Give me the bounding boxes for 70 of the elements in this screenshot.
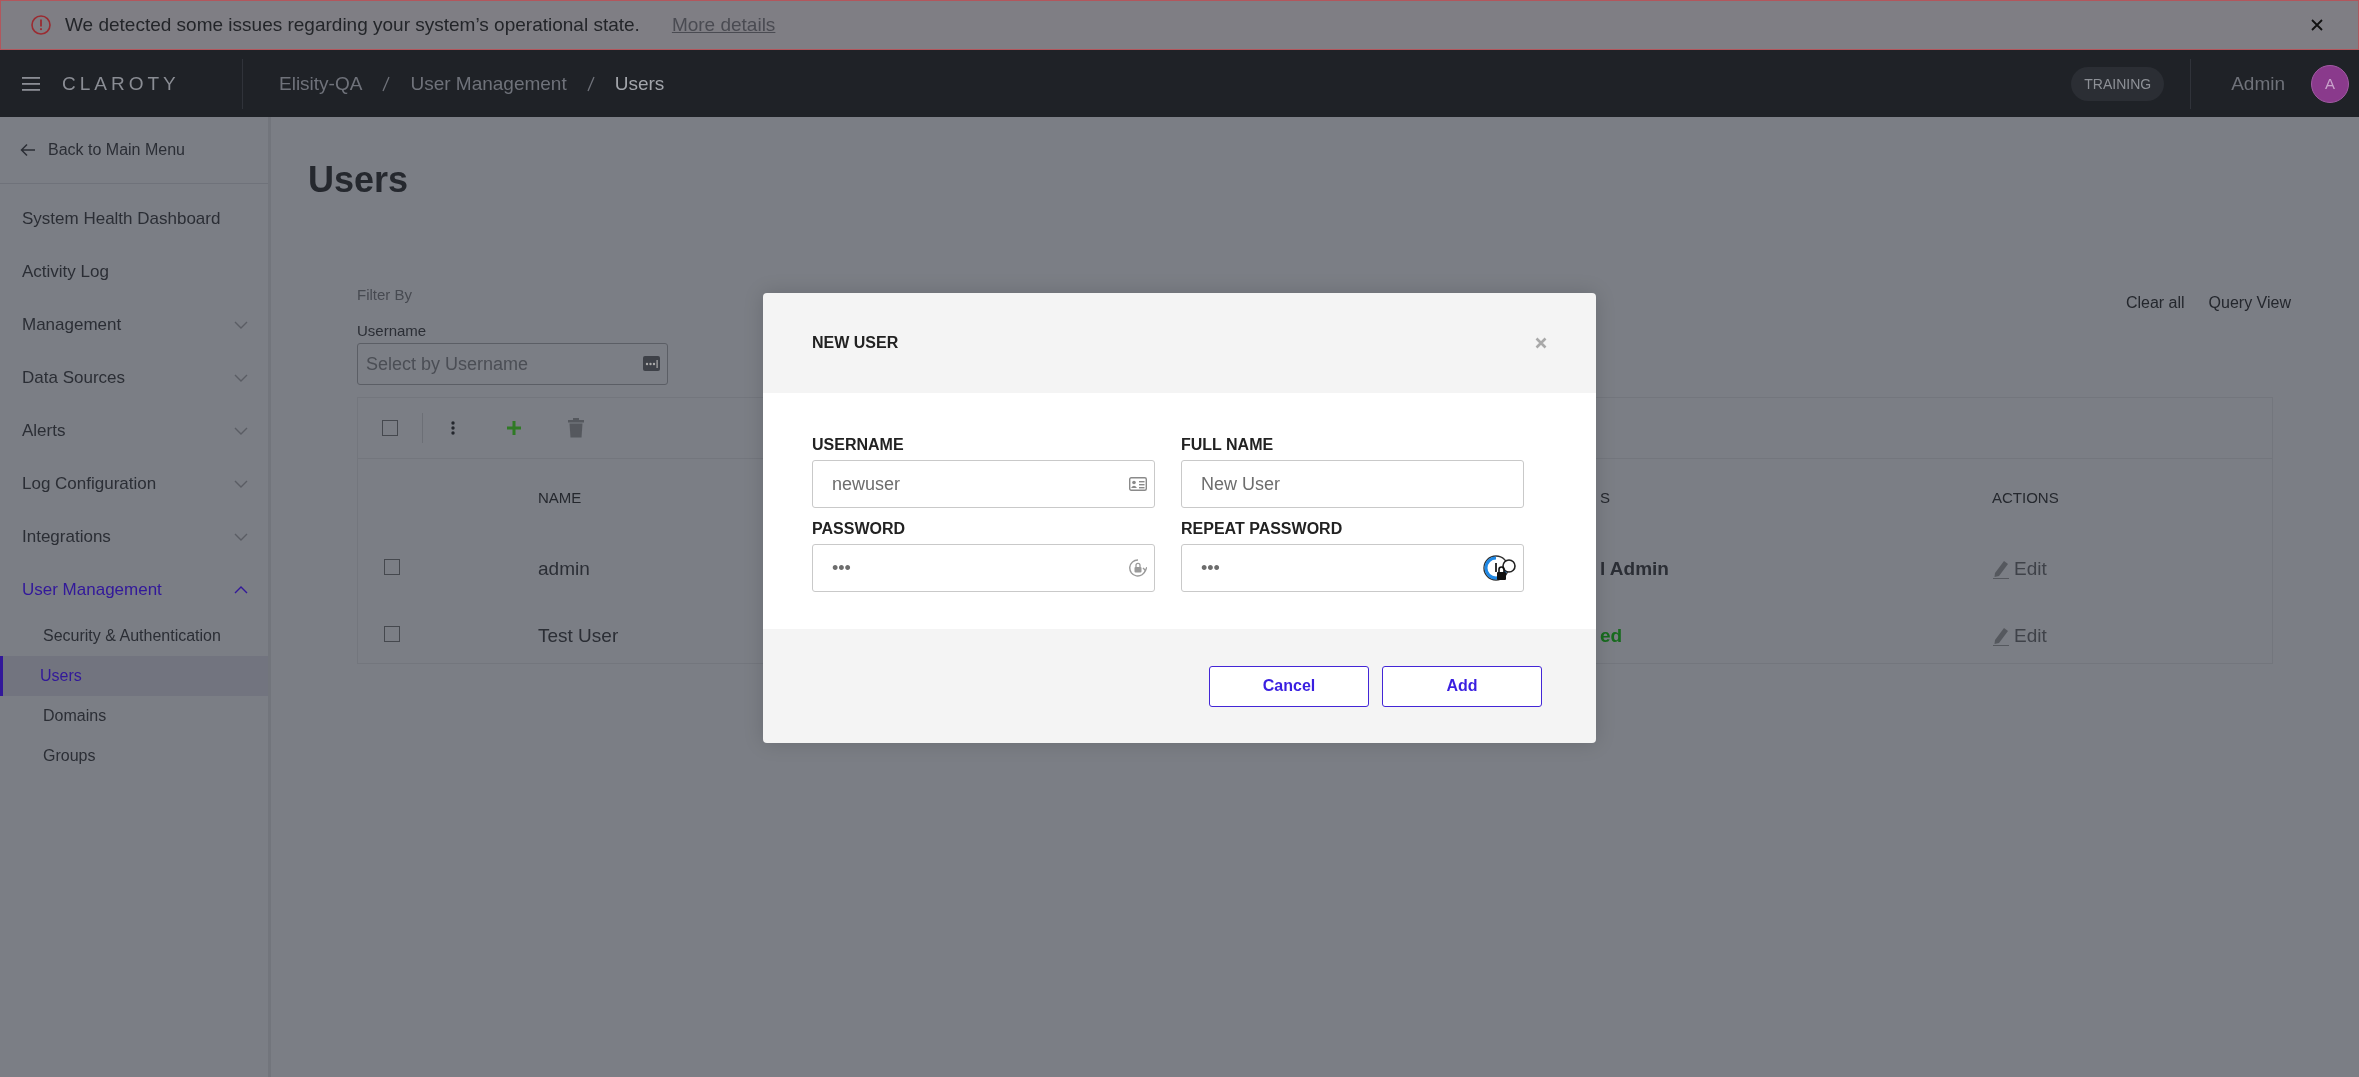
- table-cell: Test User: [538, 624, 619, 646]
- breadcrumb[interactable]: User Management: [410, 72, 567, 95]
- trash-icon[interactable]: [568, 418, 584, 438]
- chevron-down-icon: [234, 532, 248, 541]
- sidebar-subitem[interactable]: Domains: [0, 696, 268, 736]
- back-link[interactable]: Back to Main Menu: [0, 117, 268, 184]
- chevron-up-icon: [234, 585, 248, 594]
- chevron-down-icon: [234, 479, 248, 488]
- pencil-icon: [1992, 625, 2010, 646]
- edit-link[interactable]: Edit: [1992, 557, 2272, 580]
- row-checkbox[interactable]: [384, 625, 400, 642]
- menu-icon[interactable]: [22, 76, 40, 91]
- environment-badge: TRAINING: [2071, 66, 2165, 101]
- text-field[interactable]: newuser: [812, 460, 1155, 508]
- toolbar-link[interactable]: Clear all: [2125, 294, 2185, 385]
- toolbar-link[interactable]: Query View: [2208, 294, 2291, 385]
- error-icon: [31, 15, 51, 35]
- chevron-down-icon: [234, 320, 248, 329]
- table-cell: admin: [538, 557, 590, 579]
- sidebar-item[interactable]: System Health Dashboard: [0, 192, 268, 245]
- contact-card-icon: [1129, 477, 1147, 491]
- separator-icon: [586, 75, 595, 92]
- dialog-title: NEW USER: [812, 334, 899, 352]
- sidebar-item[interactable]: Integrations: [0, 510, 268, 563]
- breadcrumb[interactable]: Elisity-QA: [279, 72, 363, 95]
- select-all-checkbox[interactable]: [382, 420, 398, 436]
- column-header: S: [1600, 488, 1610, 506]
- field-label: PASSWORD: [812, 520, 907, 538]
- sidebar-item[interactable]: Log Configuration: [0, 457, 268, 510]
- dialog-button[interactable]: Cancel: [1209, 665, 1369, 707]
- more-vertical-icon[interactable]: [451, 421, 455, 435]
- field-label: REPEAT PASSWORD: [1181, 520, 1344, 538]
- edit-link[interactable]: Edit: [1992, 624, 2272, 647]
- user-name[interactable]: Admin: [2231, 72, 2285, 95]
- table-cell: ed: [1600, 624, 1623, 646]
- logo: CLAROTY: [62, 72, 181, 95]
- alert-message: We detected some issues regarding your system’s operational state.: [65, 14, 640, 36]
- field-label: USERNAME: [812, 436, 905, 454]
- field-label: FULL NAME: [1181, 436, 1275, 454]
- separator-icon: [382, 75, 391, 92]
- sidebar-item[interactable]: Management: [0, 298, 268, 351]
- column-header: NAME: [538, 488, 582, 506]
- chevron-down-icon: [234, 373, 248, 382]
- sidebar-subitem[interactable]: Users: [0, 656, 268, 696]
- sidebar-item[interactable]: Activity Log: [0, 245, 268, 298]
- sidebar-item[interactable]: User Management: [0, 563, 268, 616]
- password-manager-icon[interactable]: [1482, 554, 1516, 582]
- sidebar-subitem[interactable]: Security & Authentication: [0, 616, 268, 656]
- dialog-button[interactable]: Add: [1382, 665, 1542, 707]
- user-avatar[interactable]: A: [2311, 64, 2349, 103]
- page-title: Users: [308, 159, 410, 201]
- sidebar-item[interactable]: Alerts: [0, 404, 268, 457]
- text-field[interactable]: •••: [812, 544, 1155, 592]
- breadcrumb: Users: [614, 72, 665, 95]
- chevron-down-icon: [234, 426, 248, 435]
- pencil-icon: [1992, 558, 2010, 579]
- add-icon[interactable]: [507, 421, 521, 435]
- text-field[interactable]: New User: [1181, 460, 1524, 508]
- close-icon[interactable]: [1535, 337, 1547, 349]
- more-icon[interactable]: [643, 356, 660, 371]
- close-icon[interactable]: [2310, 18, 2324, 32]
- row-checkbox[interactable]: [384, 558, 400, 575]
- text-field[interactable]: •••: [1181, 544, 1524, 592]
- field-label: Username: [357, 322, 428, 339]
- sidebar-subitem[interactable]: Groups: [0, 736, 268, 776]
- table-cell: l Admin: [1600, 557, 1669, 579]
- arrow-left-icon: [20, 143, 36, 157]
- lock-icon: [1129, 559, 1147, 577]
- sidebar-item[interactable]: Data Sources: [0, 351, 268, 404]
- column-header: ACTIONS: [1992, 488, 2059, 506]
